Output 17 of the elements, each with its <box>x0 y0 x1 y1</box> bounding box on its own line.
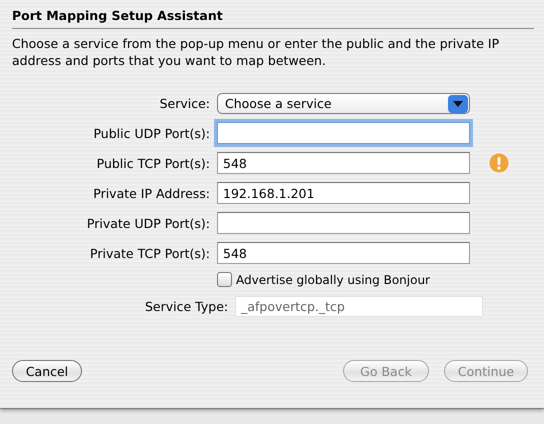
port-field[interactable] <box>217 212 470 234</box>
port-field[interactable]: 548 <box>217 242 470 264</box>
field-label: Public TCP Port(s): <box>96 156 210 170</box>
push-button[interactable]: Cancel <box>12 360 82 382</box>
port-field[interactable]: 548 <box>217 152 470 174</box>
port-field[interactable]: 192.168.1.201 <box>217 182 470 204</box>
window-title: Port Mapping Setup Assistant <box>12 7 224 25</box>
service-popup[interactable]: Choose a service <box>217 93 470 114</box>
field-label: Public UDP Port(s): <box>92 126 210 140</box>
field-label: Private TCP Port(s): <box>89 246 210 260</box>
field-label: Private IP Address: <box>92 186 210 200</box>
bonjour-checkbox[interactable]: Advertise globally using Bonjour <box>217 272 470 287</box>
service-label: Service: <box>158 96 210 111</box>
port-field[interactable] <box>217 122 470 144</box>
service-type-label: Service Type: <box>145 299 228 314</box>
instructions-text: Choose a service from the pop-up menu or enter the public and the private IP address and ports that you want to map between. <box>12 35 500 69</box>
field-label: Private UDP Port(s): <box>86 216 210 230</box>
